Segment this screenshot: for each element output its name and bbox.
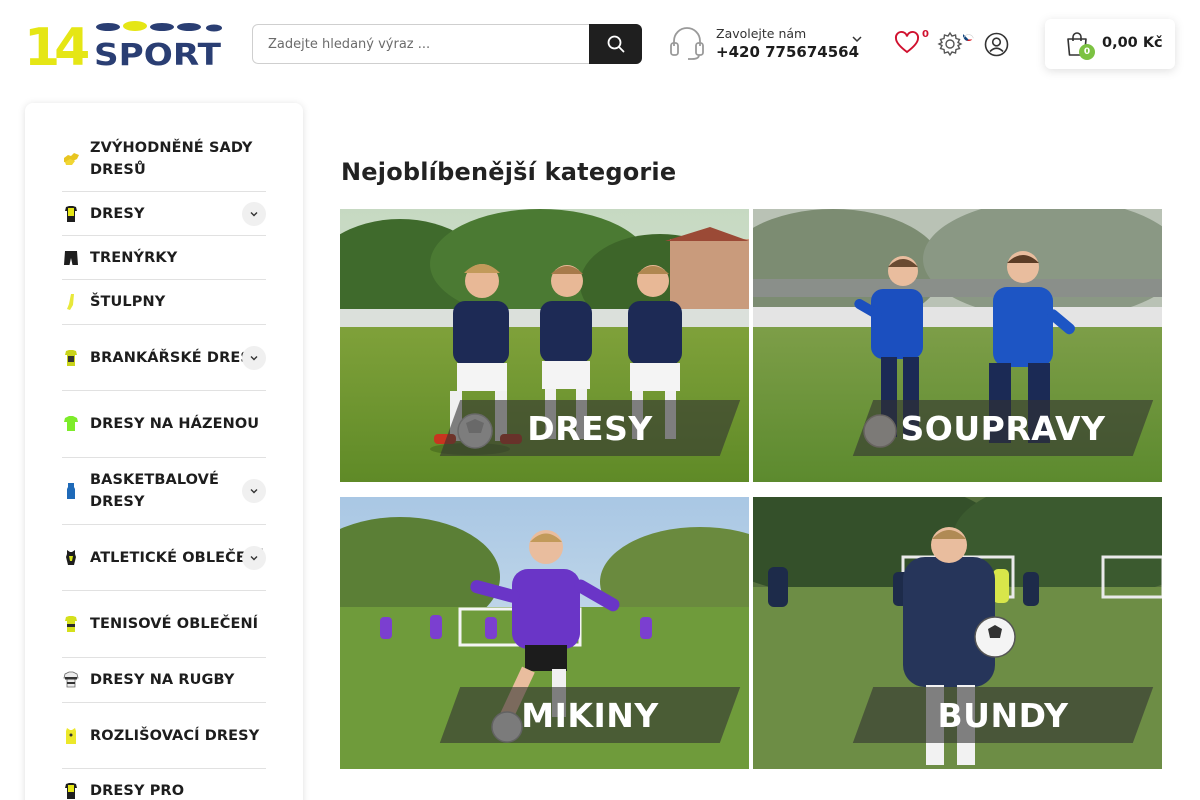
shorts-icon — [62, 249, 80, 267]
chevron-down-icon — [852, 36, 862, 43]
category-card-jackets[interactable]: BUNDY — [753, 497, 1162, 769]
athletic-clothing-icon — [62, 549, 80, 567]
category-sidebar: ZVÝHODNĚNÉ SADY DRESŮ DRESY TRENÝRKY ŠTU… — [25, 103, 303, 800]
category-card-sweatshirts[interactable]: MIKINY — [340, 497, 749, 769]
gear-icon — [937, 31, 963, 57]
heart-icon — [895, 30, 919, 54]
sidebar-item-label: DRESY NA RUGBY — [90, 672, 235, 688]
category-menu: ZVÝHODNĚNÉ SADY DRESŮ DRESY TRENÝRKY ŠTU… — [62, 127, 266, 800]
wishlist-count: 0 — [922, 29, 929, 40]
site-logo[interactable]: 14 SPORT — [24, 18, 222, 78]
sidebar-item-label: BRANKÁŘSKÉ DRESY — [90, 349, 262, 366]
sidebar-item-jerseys[interactable]: DRESY — [62, 192, 266, 236]
expand-button[interactable] — [242, 545, 266, 570]
bundle-jerseys-icon — [62, 150, 80, 168]
section-heading: Nejoblíbenější kategorie — [341, 158, 677, 186]
cart-count-badge: 0 — [1079, 44, 1095, 60]
phone-contact[interactable]: Zavolejte nám +420 775674564 — [668, 24, 868, 66]
sidebar-item-label: ROZLIŠOVACÍ DRESY — [90, 727, 260, 744]
tennis-clothing-icon — [62, 615, 80, 633]
sidebar-item-training-bibs[interactable]: ROZLIŠOVACÍ DRESY — [62, 703, 266, 769]
category-title: MIKINY — [521, 695, 659, 735]
search-button[interactable] — [589, 24, 642, 64]
czech-flag-icon — [963, 30, 974, 41]
rugby-jersey-icon — [62, 671, 80, 689]
wishlist-button[interactable] — [894, 30, 920, 56]
sidebar-item-label: ATLETICKÉ OBLEČENÍ — [90, 549, 264, 566]
sidebar-item-jerseys-for[interactable]: DRESY PRO — [62, 769, 266, 800]
phone-number: +420 775674564 — [716, 43, 860, 61]
jersey-icon — [62, 782, 80, 800]
sidebar-item-socks[interactable]: ŠTULPNY — [62, 280, 266, 325]
logo-word: SPORT — [94, 38, 222, 68]
sidebar-item-sets[interactable]: ZVÝHODNĚNÉ SADY DRESŮ — [62, 127, 266, 192]
goalkeeper-jersey-icon — [62, 349, 80, 367]
sidebar-item-rugby-jerseys[interactable]: DRESY NA RUGBY — [62, 658, 266, 703]
logo-number: 14 — [24, 20, 88, 68]
expand-button[interactable] — [242, 479, 266, 503]
expand-button[interactable] — [242, 201, 266, 226]
socks-icon — [62, 293, 80, 311]
chevron-down-icon — [250, 211, 258, 216]
sidebar-item-label: DRESY PRO — [90, 783, 185, 799]
sidebar-item-tennis-clothing[interactable]: TENISOVÉ OBLEČENÍ — [62, 591, 266, 658]
expand-button[interactable] — [242, 345, 266, 370]
sidebar-item-label: ŠTULPNY — [90, 294, 166, 310]
category-title: BUNDY — [937, 695, 1069, 735]
sidebar-item-label: BASKETBALOVÉ DRESY — [90, 472, 220, 510]
handball-jersey-icon — [62, 415, 80, 433]
user-icon — [984, 32, 1009, 57]
headset-icon — [670, 27, 704, 60]
training-bib-icon — [62, 727, 80, 745]
sidebar-item-label: DRESY — [90, 205, 145, 222]
search-input[interactable] — [253, 25, 589, 63]
account-button[interactable] — [984, 32, 1009, 57]
search-box — [252, 24, 642, 64]
search-icon — [607, 35, 624, 53]
phone-label: Zavolejte nám — [716, 26, 807, 41]
sidebar-item-label: DRESY NA HÁZENOU — [90, 416, 260, 432]
chevron-down-icon — [250, 355, 258, 360]
sidebar-item-athletic-clothing[interactable]: ATLETICKÉ OBLEČENÍ — [62, 525, 266, 591]
jersey-icon — [62, 205, 80, 223]
category-card-tracksuits[interactable]: SOUPRAVY — [753, 209, 1162, 482]
sidebar-item-label: ZVÝHODNĚNÉ SADY DRESŮ — [90, 140, 253, 178]
settings-language-button[interactable] — [937, 31, 963, 57]
sidebar-item-goalkeeper-jerseys[interactable]: BRANKÁŘSKÉ DRESY — [62, 325, 266, 391]
chevron-down-icon — [250, 555, 258, 560]
sidebar-item-shorts[interactable]: TRENÝRKY — [62, 236, 266, 280]
chevron-down-icon — [250, 489, 258, 494]
sidebar-item-basketball-jerseys[interactable]: BASKETBALOVÉ DRESY — [62, 458, 266, 525]
basketball-jersey-icon — [62, 482, 80, 500]
cart-total: 0,00 Kč — [1102, 35, 1163, 51]
site-header: 14 SPORT Zavolejte nám +420 775674564 — [0, 0, 1200, 88]
category-title: SOUPRAVY — [900, 408, 1106, 448]
category-card-jerseys[interactable]: DRESY — [340, 209, 749, 482]
cart-button[interactable]: 0 0,00 Kč — [1045, 19, 1175, 69]
category-title: DRESY — [527, 408, 653, 448]
sidebar-item-handball-jerseys[interactable]: DRESY NA HÁZENOU — [62, 391, 266, 458]
sidebar-item-label: TENISOVÉ OBLEČENÍ — [90, 616, 259, 632]
sidebar-item-label: TRENÝRKY — [90, 249, 178, 266]
